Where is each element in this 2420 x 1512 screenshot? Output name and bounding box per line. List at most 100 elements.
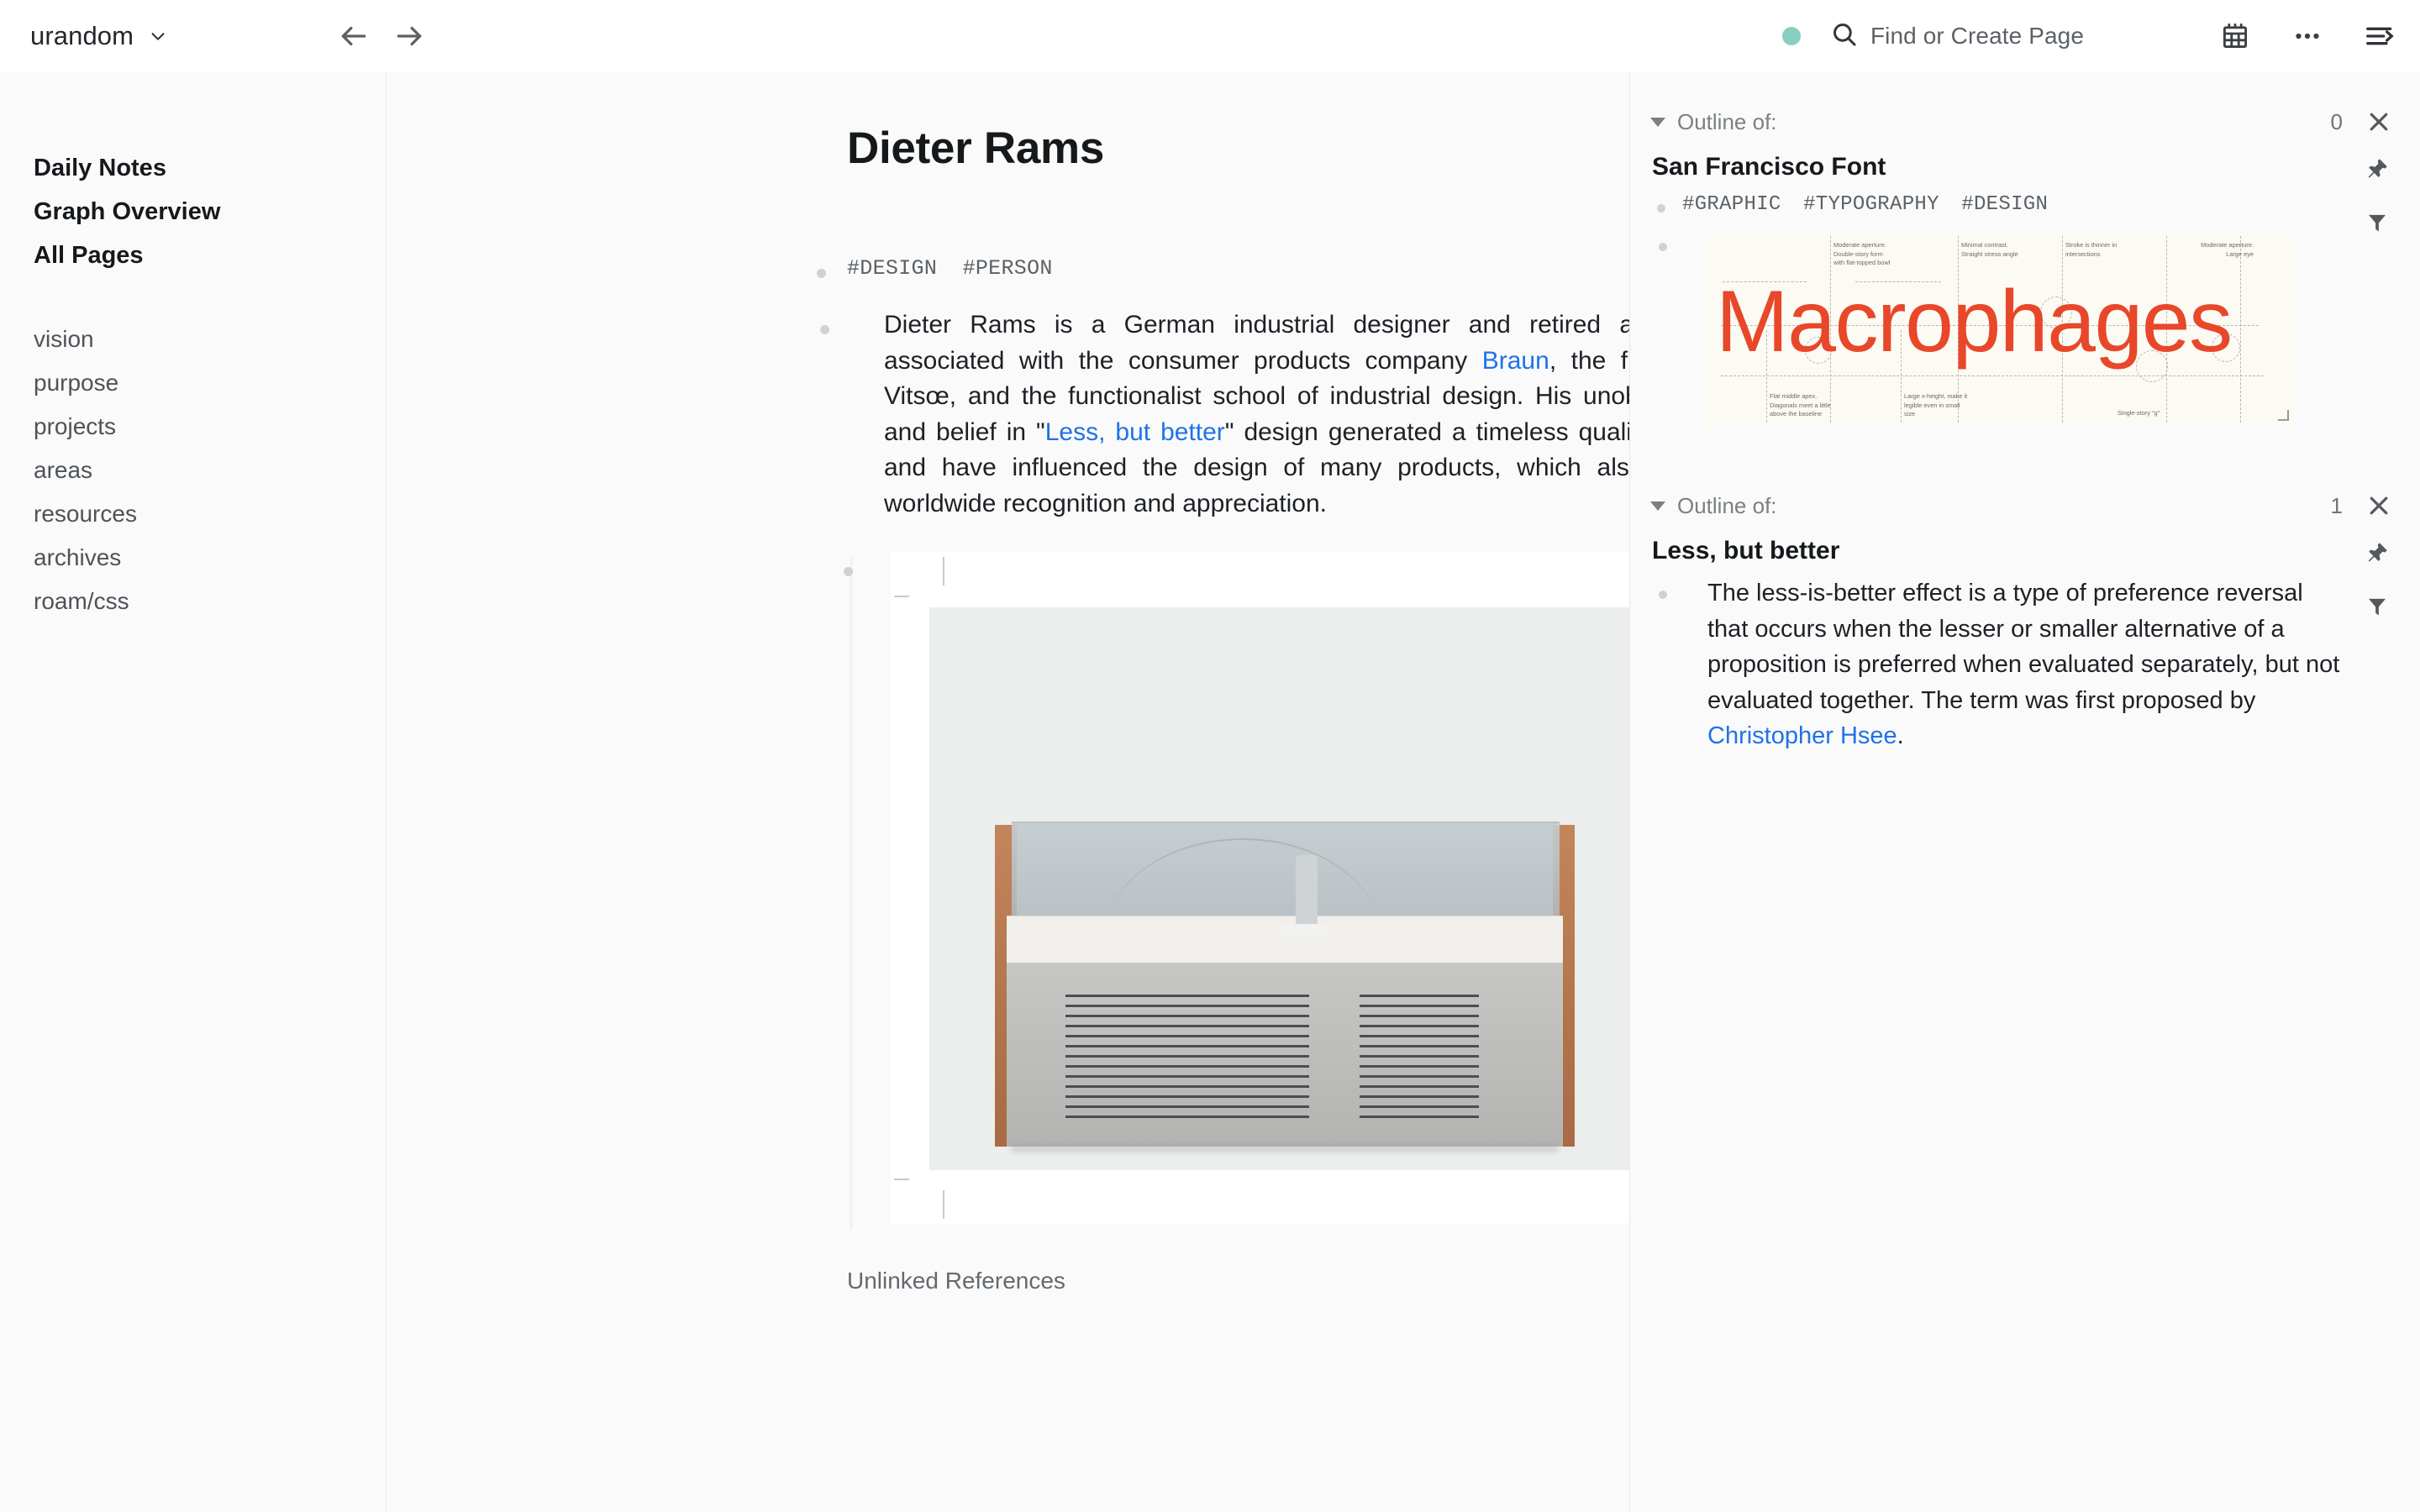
speaker-grille-left xyxy=(1065,995,1309,1126)
speaker-grille-right xyxy=(1360,995,1479,1126)
app-shell: Daily Notes Graph Overview All Pages vis… xyxy=(0,72,2420,1512)
bullet-icon xyxy=(1657,204,1665,213)
acrylic-lid xyxy=(1012,822,1560,924)
presence-indicator xyxy=(1782,27,1801,45)
navigation-arrows xyxy=(335,18,428,55)
tag-design[interactable]: #DESIGN xyxy=(1961,193,2048,216)
outline-side-tools xyxy=(2363,538,2391,621)
specimen-note-top-2: Minimal contrast. Straight stress-angle xyxy=(1961,241,2042,259)
filter-icon[interactable] xyxy=(2363,592,2391,621)
outline-text-part-2: . xyxy=(1897,722,1904,749)
baseline xyxy=(1721,375,2264,376)
outline-page-title[interactable]: Less, but better xyxy=(1630,537,2420,565)
specimen-block: Moderate aperture. Double-story form wit… xyxy=(1682,231,2281,426)
sidebar-item-resources[interactable]: resources xyxy=(0,492,386,536)
link-braun[interactable]: Braun xyxy=(1482,347,1549,375)
specimen-note-top-1: Moderate aperture. Double-story form wit… xyxy=(1833,241,1921,268)
book-page-image: SK 5, 1958 Mono-Radio-Phono-Kombination … xyxy=(909,585,1630,1190)
sidebar-item-daily-notes[interactable]: Daily Notes xyxy=(0,146,386,190)
bullet-icon xyxy=(817,269,826,278)
image-resize-frame[interactable]: SK 5, 1958 Mono-Radio-Phono-Kombination … xyxy=(891,552,1630,1224)
outline-section-san-francisco-font: Outline of: 0 San Francisco Font #GRAP xyxy=(1630,102,2420,426)
braun-sk5-photo xyxy=(929,607,1630,1170)
outline-tags-block: #GRAPHIC #TYPOGRAPHY #DESIGN xyxy=(1682,193,2420,216)
bullet-icon xyxy=(820,325,829,334)
outline-count: 0 xyxy=(2331,109,2343,135)
specimen-note-top-4: Moderate aperture. Large eye xyxy=(2170,241,2254,259)
font-specimen-image[interactable]: Moderate aperture. Double-story form wit… xyxy=(1706,231,2294,426)
tags-block: #DESIGN #PERSON xyxy=(847,256,1629,281)
specimen-note-bottom-2: Large x-height, make it legible even in … xyxy=(1904,392,1988,419)
search-box[interactable]: Find or Create Page xyxy=(1830,20,2084,53)
main-panel: Dieter Rams #DESIGN #PERSON Dieter Rams … xyxy=(387,72,1630,1512)
sidebar-divider-space xyxy=(0,277,386,318)
sidebar-item-areas[interactable]: areas xyxy=(0,449,386,492)
search-input[interactable]: Find or Create Page xyxy=(1870,23,2084,50)
outline-header-actions: 0 xyxy=(2331,108,2393,136)
top-bar-right: Find or Create Page xyxy=(1782,0,2420,72)
link-less-but-better[interactable]: Less, but better xyxy=(1045,418,1225,446)
chevron-down-icon xyxy=(149,27,167,45)
ellipsis-icon[interactable] xyxy=(2291,19,2324,53)
tonearm xyxy=(1279,924,1328,936)
bullet-icon xyxy=(844,567,853,576)
close-icon[interactable] xyxy=(2365,108,2393,136)
outline-count: 1 xyxy=(2331,493,2343,519)
outline-text-part-1: The less-is-better effect is a type of p… xyxy=(1707,580,2339,714)
pin-icon[interactable] xyxy=(2363,155,2391,183)
outline-body-block: The less-is-better effect is a type of p… xyxy=(1682,575,2346,754)
graph-name-label: urandom xyxy=(30,21,134,51)
outline-paragraph[interactable]: The less-is-better effect is a type of p… xyxy=(1682,575,2346,754)
toggle-sidebar-icon[interactable] xyxy=(2363,19,2396,53)
outline-header[interactable]: Outline of: xyxy=(1630,102,2420,141)
top-bar-actions xyxy=(2218,19,2396,53)
sidebar-item-vision[interactable]: vision xyxy=(0,318,386,361)
image-block: SK 5, 1958 Mono-Radio-Phono-Kombination … xyxy=(891,552,1630,1224)
tag-design[interactable]: #DESIGN xyxy=(847,256,937,281)
tag-person[interactable]: #PERSON xyxy=(963,256,1053,281)
outline-label: Outline of: xyxy=(1677,493,1777,519)
cabinet-body xyxy=(1007,963,1563,1147)
tag-typography[interactable]: #TYPOGRAPHY xyxy=(1803,193,1939,216)
bullet-icon xyxy=(1659,591,1667,599)
pin-icon[interactable] xyxy=(2363,538,2391,567)
device-shadow xyxy=(1012,1146,1558,1152)
body-paragraph[interactable]: Dieter Rams is a German industrial desig… xyxy=(847,307,1630,522)
caret-down-icon[interactable] xyxy=(1650,118,1665,127)
right-sidebar: Outline of: 0 San Francisco Font #GRAP xyxy=(1630,72,2420,1512)
sidebar-item-all-pages[interactable]: All Pages xyxy=(0,234,386,277)
specimen-note-bottom-3: Single-story “g” xyxy=(2118,409,2193,418)
specimen-note-bottom-1: Flat middle apex. Diagonals meet a littl… xyxy=(1770,392,1860,419)
calendar-icon[interactable] xyxy=(2218,19,2252,53)
tag-graphic[interactable]: #GRAPHIC xyxy=(1682,193,1781,216)
outline-page-title[interactable]: San Francisco Font xyxy=(1630,153,2420,181)
sidebar-item-projects[interactable]: projects xyxy=(0,405,386,449)
sidebar-item-graph-overview[interactable]: Graph Overview xyxy=(0,190,386,234)
search-icon xyxy=(1830,20,1859,53)
body-block: Dieter Rams is a German industrial desig… xyxy=(847,307,1630,522)
specimen-word: Macrophages xyxy=(1716,278,2232,365)
sidebar-item-archives[interactable]: archives xyxy=(0,536,386,580)
left-sidebar: Daily Notes Graph Overview All Pages vis… xyxy=(0,72,387,1512)
close-icon[interactable] xyxy=(2365,491,2393,520)
unlinked-references-heading[interactable]: Unlinked References xyxy=(847,1268,1629,1294)
braun-sk5-device xyxy=(995,822,1575,1153)
outline-section-less-but-better: Outline of: 1 Less, but better The les xyxy=(1630,486,2420,754)
top-bar: urandom Find or Create Page xyxy=(0,0,2420,72)
page-title[interactable]: Dieter Rams xyxy=(847,123,1629,174)
caret-down-icon[interactable] xyxy=(1650,501,1665,511)
control-deck xyxy=(1007,916,1563,964)
sidebar-item-purpose[interactable]: purpose xyxy=(0,361,386,405)
sidebar-item-roam-css[interactable]: roam/css xyxy=(0,580,386,623)
block-guide-rail xyxy=(850,558,852,1230)
link-christopher-hsee[interactable]: Christopher Hsee xyxy=(1707,722,1897,749)
forward-arrow-icon[interactable] xyxy=(391,18,428,55)
bullet-icon xyxy=(1659,243,1667,251)
outline-label: Outline of: xyxy=(1677,109,1777,135)
specimen-corner-mark xyxy=(2278,410,2289,421)
outline-header-actions: 1 xyxy=(2331,491,2393,520)
graph-switcher[interactable]: urandom xyxy=(30,0,167,72)
back-arrow-icon[interactable] xyxy=(335,18,372,55)
specimen-note-top-3: Stroke is thinner in intersections xyxy=(2065,241,2138,259)
outline-header[interactable]: Outline of: xyxy=(1630,486,2420,525)
